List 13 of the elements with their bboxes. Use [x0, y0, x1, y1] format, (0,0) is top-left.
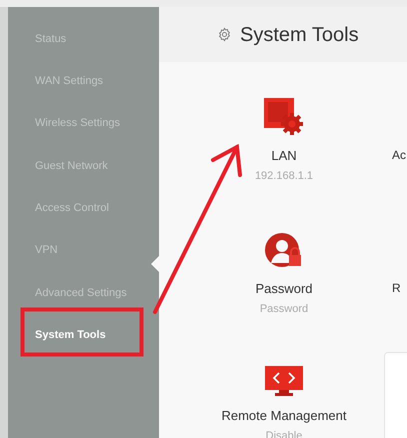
settings-icon: [217, 27, 232, 42]
monitor-code-icon: [265, 366, 303, 396]
sidebar-item[interactable]: System Tools: [8, 314, 159, 356]
tile-label[interactable]: Ac: [392, 146, 406, 164]
gear-square-icon: [264, 98, 304, 136]
user-lock-icon: [265, 233, 303, 269]
page-title: System Tools: [240, 22, 359, 48]
tile-label[interactable]: R: [392, 279, 401, 297]
tile-label[interactable]: LAN: [271, 146, 297, 166]
tile-label[interactable]: Remote Management: [221, 406, 346, 426]
tile-subtitle: 192.168.1.1: [254, 168, 314, 184]
tile-label[interactable]: Password: [255, 279, 313, 298]
tile-subtitle: Password: [260, 302, 308, 316]
